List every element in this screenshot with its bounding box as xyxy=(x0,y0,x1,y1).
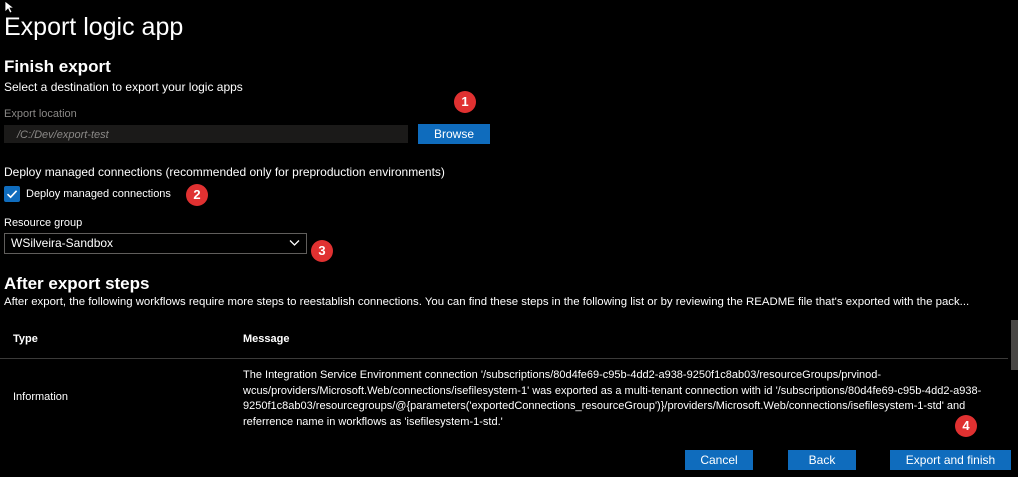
export-and-finish-button[interactable]: Export and finish xyxy=(890,450,1011,470)
finish-export-subtitle: Select a destination to export your logi… xyxy=(4,80,243,94)
after-export-description: After export, the following workflows re… xyxy=(4,296,970,308)
table-row[interactable]: Information The Integration Service Envi… xyxy=(0,360,1008,438)
column-header-message: Message xyxy=(243,333,290,345)
row-type: Information xyxy=(13,391,69,403)
resource-group-selected-value: WSilveira-Sandbox xyxy=(11,236,114,250)
after-export-heading: After export steps xyxy=(4,274,150,293)
deploy-managed-connections-checkbox[interactable] xyxy=(4,186,20,202)
after-export-table: Type Message Information The Integration… xyxy=(0,320,1018,438)
resource-group-select[interactable]: WSilveira-Sandbox xyxy=(4,233,307,254)
browse-button[interactable]: Browse xyxy=(418,124,490,144)
deploy-managed-connections-label[interactable]: Deploy managed connections xyxy=(26,188,171,200)
resource-group-label: Resource group xyxy=(4,217,83,229)
checkmark-icon xyxy=(6,190,18,199)
cancel-button[interactable]: Cancel xyxy=(685,450,753,470)
annotation-badge-2: 2 xyxy=(186,184,208,206)
table-scrollbar[interactable] xyxy=(1011,320,1018,370)
export-location-label: Export location xyxy=(4,108,77,120)
column-header-type: Type xyxy=(13,333,38,345)
row-message: The Integration Service Environment conn… xyxy=(243,369,982,428)
managed-connections-description: Deploy managed connections (recommended … xyxy=(4,165,445,179)
back-button[interactable]: Back xyxy=(788,450,856,470)
finish-export-heading: Finish export xyxy=(4,57,111,76)
annotation-badge-4: 4 xyxy=(955,415,977,437)
chevron-down-icon xyxy=(289,240,300,246)
annotation-badge-3: 3 xyxy=(311,240,333,262)
annotation-badge-1: 1 xyxy=(454,91,476,113)
export-location-input[interactable]: /C:/Dev/export-test xyxy=(4,125,408,143)
table-header: Type Message xyxy=(0,320,1008,359)
page-title: Export logic app xyxy=(4,13,184,41)
